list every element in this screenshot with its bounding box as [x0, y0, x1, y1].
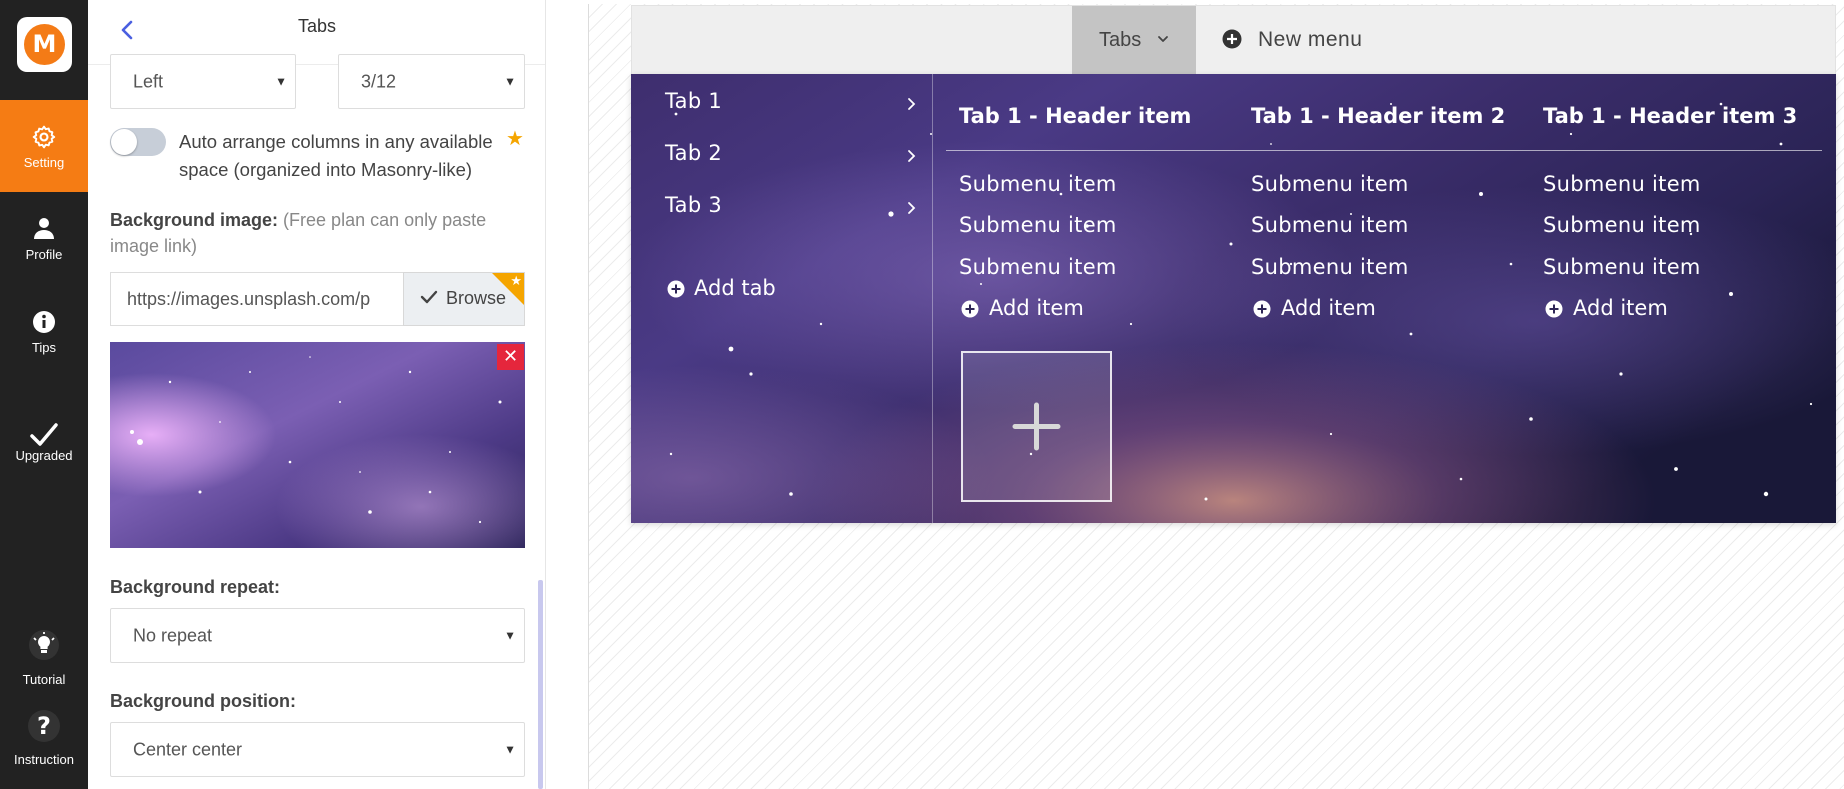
premium-star-icon: ★ [510, 273, 522, 288]
submenu-item[interactable]: Submenu item [1543, 172, 1701, 196]
plus-icon [963, 353, 1110, 500]
rail-label: Profile [25, 247, 63, 262]
background-image-note: (Free plan can only paste [283, 210, 487, 230]
rail-label: Tutorial [22, 672, 66, 687]
background-image-label-text: Background image: [110, 210, 279, 230]
mega-tab-2[interactable]: Tab 2 [665, 141, 722, 165]
plus-circle-icon [1253, 299, 1271, 318]
rail-label: Instruction [14, 752, 74, 767]
menu-tab-tabs[interactable]: Tabs [1072, 6, 1196, 74]
caret-down-icon: ▼ [504, 741, 516, 756]
alignment-select-value: Left [133, 71, 164, 91]
caret-down-icon: ▼ [275, 73, 287, 88]
new-menu-label: New menu [1258, 28, 1363, 51]
caret-down-icon: ▼ [504, 627, 516, 642]
submenu-item[interactable]: Submenu item [1251, 255, 1409, 279]
alignment-select[interactable]: Left ▼ [110, 54, 296, 109]
app-rail: M Setting Profile Tips Upgraded Tutorial… [0, 0, 88, 789]
checkmark-icon [0, 422, 88, 451]
check-icon [419, 287, 439, 312]
submenu-item[interactable]: Submenu item [1251, 172, 1409, 196]
background-repeat-label: Background repeat: [110, 577, 281, 597]
mega-tab-3[interactable]: Tab 3 [665, 193, 722, 217]
rail-item-instruction[interactable]: ? Instruction [0, 702, 88, 789]
app-logo[interactable]: M [17, 17, 72, 72]
question-icon: ? [0, 709, 88, 746]
chevron-right-icon [907, 148, 917, 162]
background-position-value: Center center [133, 739, 243, 759]
background-image-label: Background image: (Free plan can only pa… [110, 210, 486, 231]
submenu-item[interactable]: Submenu item [959, 255, 1117, 279]
background-repeat-select[interactable]: No repeat ▼ [110, 608, 525, 663]
chevron-right-icon [907, 96, 917, 110]
add-item-label: Add item [1281, 296, 1376, 320]
close-icon: ✕ [502, 346, 519, 367]
background-position-select[interactable]: Center center ▼ [110, 722, 525, 777]
rail-label: Upgraded [15, 448, 73, 463]
column-header-3[interactable]: Tab 1 - Header item 3 [1543, 104, 1797, 128]
menu-bar: Tabs New menu [631, 5, 1836, 75]
rail-item-tutorial[interactable]: Tutorial [0, 620, 88, 712]
column-header-1[interactable]: Tab 1 - Header item [959, 104, 1191, 128]
submenu-item[interactable]: Submenu item [1543, 213, 1701, 237]
background-repeat-value: No repeat [133, 625, 213, 645]
rail-item-upgraded[interactable]: Upgraded [0, 400, 88, 492]
add-block-button[interactable] [961, 351, 1112, 502]
plus-circle-icon [961, 299, 979, 318]
add-tab-label: Add tab [694, 276, 776, 300]
mega-tab-1[interactable]: Tab 1 [665, 89, 722, 113]
info-icon [0, 310, 88, 337]
add-item-label: Add item [989, 296, 1084, 320]
submenu-item[interactable]: Submenu item [959, 213, 1117, 237]
header-divider [946, 150, 1822, 151]
plus-circle-icon [1222, 29, 1242, 49]
rail-item-tips[interactable]: Tips [0, 293, 88, 385]
settings-panel: Tabs Left ▼ 3/12 ▼ Auto arrange columns … [88, 0, 546, 789]
panel-scrollbar[interactable] [538, 580, 543, 789]
column-width-select-value: 3/12 [361, 71, 397, 91]
panel-title: Tabs [297, 16, 337, 36]
column-width-select[interactable]: 3/12 ▼ [338, 54, 525, 109]
premium-star-icon: ★ [506, 126, 524, 150]
chevron-down-icon [1156, 29, 1170, 43]
user-icon [0, 216, 88, 243]
menu-tab-label: Tabs [1099, 29, 1142, 51]
logo-mark: M [24, 24, 65, 65]
browse-button[interactable]: Browse ★ [403, 272, 525, 326]
svg-text:?: ? [37, 712, 51, 740]
tabs-column-divider [932, 74, 933, 523]
plus-circle-icon [667, 279, 685, 298]
add-item-label: Add item [1573, 296, 1668, 320]
background-image-preview [110, 342, 525, 548]
submenu-item[interactable]: Submenu item [959, 172, 1117, 196]
plus-circle-icon [1545, 299, 1563, 318]
rail-label: Setting [23, 155, 65, 170]
background-position-label: Background position: [110, 691, 296, 711]
background-image-url-input[interactable]: https://images.unsplash.com/p [110, 272, 403, 326]
submenu-item[interactable]: Submenu item [1543, 255, 1701, 279]
gear-icon [0, 124, 88, 153]
auto-arrange-toggle[interactable] [110, 128, 166, 156]
rail-item-setting[interactable]: Setting [0, 100, 88, 192]
lightbulb-icon [0, 629, 88, 664]
caret-down-icon: ▼ [504, 73, 516, 88]
chevron-right-icon [907, 200, 917, 214]
toggle-knob [111, 129, 137, 155]
auto-arrange-label: Auto arrange columns in any available sp… [179, 131, 493, 180]
column-header-2[interactable]: Tab 1 - Header item 2 [1251, 104, 1505, 128]
submenu-item[interactable]: Submenu item [1251, 213, 1409, 237]
mega-menu-dropdown: Tab 1 Tab 2 Tab 3 Add tab Tab 1 - Header… [631, 74, 1836, 523]
rail-item-profile[interactable]: Profile [0, 200, 88, 292]
rail-label: Tips [31, 340, 57, 355]
remove-image-button[interactable]: ✕ [497, 344, 524, 370]
background-image-note-cont: image link) [110, 236, 198, 256]
